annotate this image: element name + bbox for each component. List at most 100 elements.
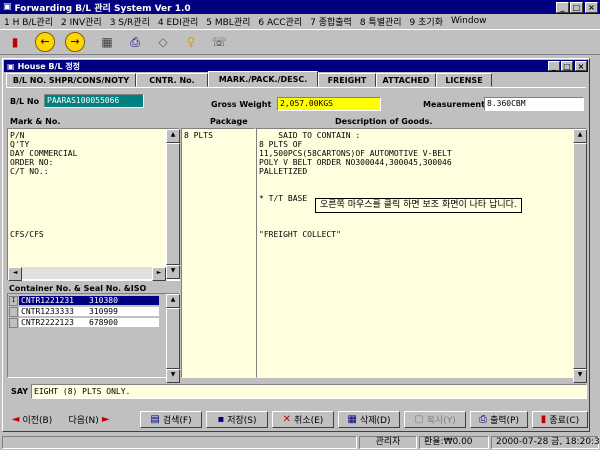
container-label: Container No. & Seal No. &ISO [9, 284, 147, 293]
say-label: SAY [11, 387, 28, 396]
status-exchange-rate: 환율:₩0.00 [419, 436, 489, 449]
container-row[interactable]: I CNTR1221231 310380 [8, 295, 179, 306]
mark-label: Mark & No. [10, 117, 61, 126]
description-label: Description of Goods. [335, 117, 433, 126]
print-button[interactable]: ⎙ 출력(P) [470, 411, 528, 428]
exit-button[interactable]: ▮ 종료(C) [532, 411, 588, 428]
package-memo[interactable]: 8 PLTS [182, 129, 256, 378]
container-grid: I CNTR1221231 310380 CNTR1233333 310999 … [7, 293, 180, 383]
tab-divider [6, 87, 586, 88]
eraser-icon[interactable]: ◇ [152, 32, 174, 52]
container-no[interactable]: CNTR1221231 [19, 296, 87, 305]
copy-button[interactable]: ▢ 복사(Y) [404, 411, 466, 428]
menu-bar: 1 H B/L관리 2 INV관리 3 S/R관리 4 EDI관리 5 MBL관… [0, 14, 600, 28]
container-no[interactable]: CNTR2222123 [19, 318, 87, 327]
app-title-bar[interactable]: ▣ Forwarding B/L 관리 System Ver 1.0 _ □ × [0, 0, 600, 14]
form-icon: ▣ [7, 61, 15, 71]
scroll-down-icon[interactable]: ▼ [166, 265, 180, 279]
description-memo[interactable]: SAID TO CONTAIN : 8 PLTS OF 11,500PCS(58… [257, 129, 577, 378]
calculator-icon[interactable]: ▦ [96, 32, 118, 52]
container-vscroll[interactable]: ▲ ▼ [166, 294, 180, 383]
tab-freight[interactable]: FREIGHT [318, 73, 376, 87]
seal-no[interactable]: 310380 [87, 296, 159, 305]
container-row[interactable]: CNTR2222123 678900 [8, 317, 179, 328]
bl-no-label: B/L No [10, 97, 40, 106]
minimize-button[interactable]: _ [556, 1, 569, 13]
marks-box: P/N Q'TY DAY COMMERCIAL ORDER NO: C/T NO… [7, 128, 180, 281]
package-box: 8 PLTS [181, 128, 256, 378]
grid-scroll-down-icon[interactable]: ▼ [166, 369, 180, 383]
scroll-up-icon[interactable]: ▲ [166, 129, 180, 143]
menu-inv[interactable]: 2 INV관리 [57, 15, 106, 28]
seal-no[interactable]: 310999 [87, 307, 159, 316]
tab-attached[interactable]: ATTACHED [376, 73, 436, 87]
toolbar: ▮ ← → ▦ ⎙ ◇ ♀ ☏ [0, 29, 600, 55]
menu-window[interactable]: Window [447, 16, 491, 26]
next-button[interactable]: 다음(N) ► [60, 411, 118, 428]
tab-mark-pack-desc[interactable]: MARK./PACK./DESC. [208, 71, 318, 87]
menu-report[interactable]: 7 종합출력 [306, 15, 356, 28]
bl-no-field[interactable]: PAARAS100055066 [44, 94, 144, 108]
back-arrow-icon[interactable]: ← [34, 32, 56, 52]
menu-special[interactable]: 8 특별관리 [356, 15, 406, 28]
marks-vscroll[interactable]: ▲ ▼ [166, 129, 180, 279]
delete-button[interactable]: ▦ 삭제(D) [338, 411, 400, 428]
arrow-right-icon: ► [101, 414, 110, 425]
floppy-disk-icon: ▪ [217, 414, 225, 425]
child-title: House B/L 정정 [17, 61, 81, 71]
menu-edi[interactable]: 4 EDI관리 [154, 15, 202, 28]
say-field[interactable]: EIGHT (8) PLTS ONLY. [31, 384, 587, 399]
delete-icon: ▦ [347, 414, 357, 425]
measurement-label: Measurement [423, 100, 485, 109]
row-indicator-icon [9, 317, 18, 328]
desc-scroll-up-icon[interactable]: ▲ [573, 129, 587, 143]
save-button[interactable]: ▪ 저장(S) [206, 411, 268, 428]
phone-icon[interactable]: ☏ [208, 32, 230, 52]
menu-mbl[interactable]: 5 MBL관리 [202, 15, 254, 28]
measurement-field[interactable]: 8.360CBM [484, 97, 584, 111]
child-close-button[interactable]: × [575, 61, 587, 71]
printer-icon[interactable]: ⎙ [124, 32, 146, 52]
marks-hscroll[interactable]: ◄ ► [8, 267, 166, 281]
desc-scroll-thumb[interactable] [573, 143, 587, 369]
search-button[interactable]: ▤ 검색(F) [140, 411, 202, 428]
copy-icon: ▢ [414, 414, 424, 425]
prev-button[interactable]: ◄ 이전(B) [4, 411, 60, 428]
printer-icon: ⎙ [478, 414, 487, 425]
marks-memo[interactable]: P/N Q'TY DAY COMMERCIAL ORDER NO: C/T NO… [8, 129, 170, 271]
seal-no[interactable]: 678900 [87, 318, 159, 327]
exit-door-icon[interactable]: ▮ [4, 32, 26, 52]
status-user: 관리자 [359, 436, 417, 449]
grid-scroll-up-icon[interactable]: ▲ [166, 294, 180, 308]
menu-acc[interactable]: 6 ACC관리 [254, 15, 306, 28]
cancel-x-icon: ✕ [282, 414, 292, 425]
scroll-right-icon[interactable]: ► [152, 267, 166, 281]
desc-scroll-down-icon[interactable]: ▼ [573, 369, 587, 383]
tooltip: 오른쪽 마우스를 클릭 하면 보조 화면이 나타 납니다. [315, 198, 522, 213]
scroll-thumb[interactable] [166, 143, 180, 265]
cancel-button[interactable]: ✕ 취소(E) [272, 411, 334, 428]
tab-bl-no[interactable]: B/L NO. SHPR/CONS/NOTY [6, 73, 136, 87]
menu-init[interactable]: 9 초기화 [406, 15, 447, 28]
status-message [2, 436, 357, 449]
package-label: Package [210, 117, 248, 126]
lightbulb-icon[interactable]: ♀ [180, 32, 202, 52]
gross-weight-field[interactable]: 2,057.00KGS [277, 97, 381, 111]
menu-sr[interactable]: 3 S/R관리 [106, 15, 154, 28]
status-datetime: 2000-07-28 금, 18:20:37 [491, 436, 600, 449]
exit-door-icon: ▮ [540, 414, 547, 425]
menu-hbl[interactable]: 1 H B/L관리 [0, 15, 57, 28]
grid-scroll-thumb[interactable] [166, 308, 180, 369]
description-vscroll[interactable]: ▲ ▼ [573, 129, 587, 383]
close-button[interactable]: × [585, 1, 598, 13]
tab-cntr-no[interactable]: CNTR. No. [136, 73, 208, 87]
tab-license[interactable]: LICENSE [436, 73, 492, 87]
child-minimize-button[interactable]: _ [548, 61, 560, 71]
container-row[interactable]: CNTR1233333 310999 [8, 306, 179, 317]
child-maximize-button[interactable]: □ [561, 61, 573, 71]
container-no[interactable]: CNTR1233333 [19, 307, 87, 316]
forward-arrow-icon[interactable]: → [64, 32, 86, 52]
scroll-left-icon[interactable]: ◄ [8, 267, 22, 281]
app-icon: ▣ [3, 2, 12, 12]
maximize-button[interactable]: □ [570, 1, 583, 13]
